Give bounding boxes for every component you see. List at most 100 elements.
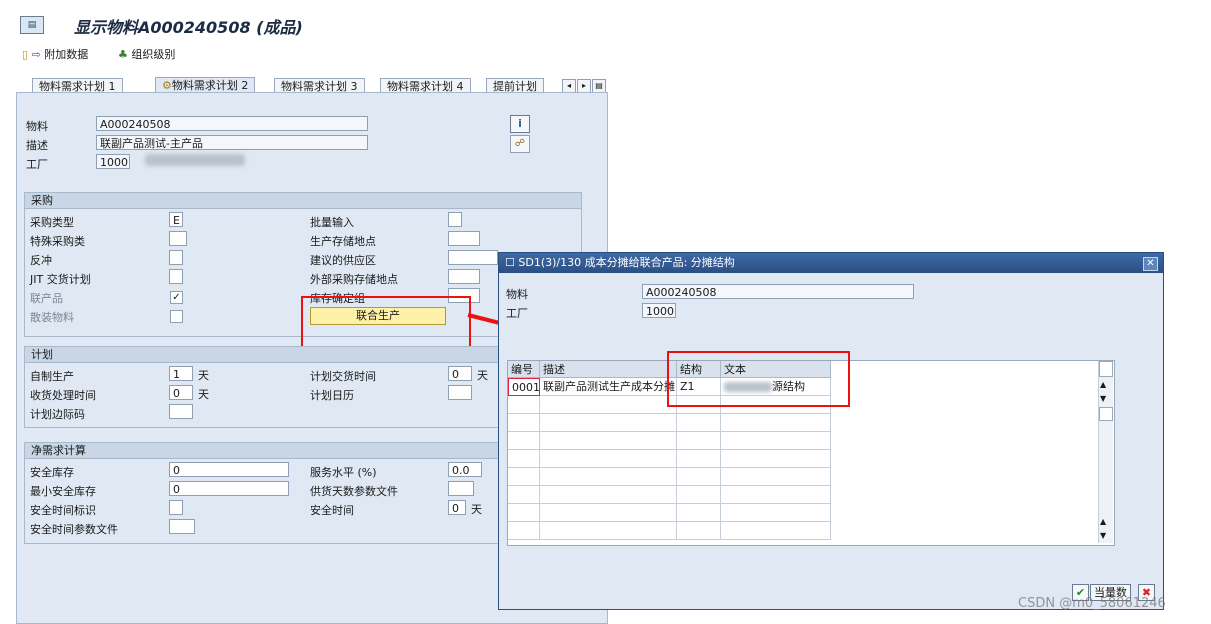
calendar-field[interactable] [448, 385, 472, 400]
empty-grid-cell[interactable] [540, 414, 677, 432]
empty-grid-cell[interactable] [508, 414, 540, 432]
empty-grid-cell[interactable] [721, 432, 831, 450]
dialog-window-icon: ☐ [505, 256, 515, 269]
empty-grid-cell[interactable] [721, 486, 831, 504]
gr-time-field[interactable]: 0 [169, 385, 193, 400]
empty-grid-cell[interactable] [540, 468, 677, 486]
empty-grid-cell[interactable] [721, 414, 831, 432]
empty-grid-cell[interactable] [508, 450, 540, 468]
scroll-down-icon[interactable]: ▼ [1100, 394, 1106, 403]
fast-change-icon[interactable]: ☍ [510, 135, 530, 153]
plant-label: 工厂 [26, 158, 48, 171]
scroll-up-icon[interactable]: ▲ [1100, 380, 1106, 389]
empty-grid-cell[interactable] [721, 450, 831, 468]
empty-grid-cell[interactable] [508, 522, 540, 540]
empty-grid-cell[interactable] [508, 504, 540, 522]
empty-grid-cell[interactable] [540, 504, 677, 522]
empty-grid-cell[interactable] [677, 522, 721, 540]
empty-grid-cell[interactable] [540, 486, 677, 504]
supply-area-field[interactable] [448, 250, 498, 265]
gear-icon: ⚙ [162, 79, 172, 92]
highlight-box-structure [667, 351, 850, 407]
procurement-title: 采购 [25, 193, 581, 209]
bulk-checkbox[interactable] [170, 310, 183, 323]
proc-type-label: 采购类型 [30, 216, 74, 229]
empty-grid-cell[interactable] [677, 468, 721, 486]
scroll-down-bottom-icon[interactable]: ▼ [1100, 531, 1106, 540]
empty-grid-cell[interactable] [677, 450, 721, 468]
info-icon[interactable]: i [510, 115, 530, 133]
batch-entry-field[interactable] [448, 212, 462, 227]
service-level-field[interactable]: 0.0 [448, 462, 482, 477]
safety-time-ind-field[interactable] [169, 500, 183, 515]
backflush-field[interactable] [169, 250, 183, 265]
dialog-close-icon[interactable]: ✕ [1143, 257, 1158, 271]
col-header-no[interactable]: 编号 [508, 361, 540, 378]
dialog-title-bar: ☐ SD1(3)/130 成本分摊给联合产品: 分摊结构 [499, 253, 1163, 273]
proc-type-field[interactable]: E [169, 212, 183, 227]
bulk-label: 散装物料 [30, 311, 74, 324]
jit-label: JIT 交货计划 [30, 273, 91, 286]
scroll-up-bottom-icon[interactable]: ▲ [1100, 517, 1106, 526]
coproduct-checkbox[interactable]: ✓ [170, 291, 183, 304]
dialog-title: SD1(3)/130 成本分摊给联合产品: 分摊结构 [518, 256, 735, 269]
highlight-box-joint-production [301, 296, 471, 351]
min-safety-stock-field[interactable]: 0 [169, 481, 289, 496]
safety-time-field[interactable]: 0 [448, 500, 466, 515]
col-header-desc[interactable]: 描述 [540, 361, 677, 378]
additional-data-button[interactable]: ▯ ⇨ 附加数据 [22, 46, 88, 62]
empty-grid-cell[interactable] [508, 468, 540, 486]
plant-field[interactable]: 1000 [96, 154, 130, 169]
supply-area-label: 建议的供应区 [310, 254, 376, 267]
tab-list-icon[interactable]: ▤ [592, 79, 606, 93]
ext-storage-field[interactable] [448, 269, 480, 284]
empty-grid-cell[interactable] [508, 486, 540, 504]
coverage-profile-field[interactable] [448, 481, 474, 496]
description-label: 描述 [26, 139, 48, 152]
empty-grid-cell[interactable] [721, 504, 831, 522]
prod-storage-field[interactable] [448, 231, 480, 246]
dialog-plant-field[interactable]: 1000 [642, 303, 676, 318]
empty-grid-cell[interactable] [540, 396, 677, 414]
empty-grid-cell[interactable] [508, 432, 540, 450]
menu-icon[interactable]: ▤ [20, 16, 44, 34]
empty-grid-cell[interactable] [721, 522, 831, 540]
margin-field[interactable] [169, 404, 193, 419]
scrollbar-thumb[interactable] [1099, 407, 1113, 421]
jit-field[interactable] [169, 269, 183, 284]
safety-time-profile-field[interactable] [169, 519, 195, 534]
tab-scroll-left-icon[interactable]: ◂ [562, 79, 576, 93]
row-1-desc[interactable]: 联副产品测试生产成本分摊 [540, 378, 677, 396]
special-proc-field[interactable] [169, 231, 187, 246]
description-field[interactable]: 联副产品测试-主产品 [96, 135, 368, 150]
safety-stock-field[interactable]: 0 [169, 462, 289, 477]
empty-grid-cell[interactable] [721, 468, 831, 486]
safety-time-label: 安全时间 [310, 504, 354, 517]
min-safety-stock-label: 最小安全库存 [30, 485, 96, 498]
dialog-material-field[interactable]: A000240508 [642, 284, 914, 299]
scrollbar-top-button[interactable] [1099, 361, 1113, 377]
empty-grid-cell[interactable] [508, 396, 540, 414]
tab-scroll-right-icon[interactable]: ▸ [577, 79, 591, 93]
empty-grid-cell[interactable] [540, 522, 677, 540]
material-field[interactable]: A000240508 [96, 116, 368, 131]
row-1-no[interactable]: 0001 [508, 378, 540, 396]
watermark: CSDN @m0_58061246 [1018, 596, 1166, 611]
empty-grid-cell[interactable] [677, 504, 721, 522]
special-proc-label: 特殊采购类 [30, 235, 85, 248]
empty-grid-cell[interactable] [677, 486, 721, 504]
inhouse-field[interactable]: 1 [169, 366, 193, 381]
dialog-material-label: 物料 [506, 288, 528, 301]
org-levels-button[interactable]: ♣ 组织级别 [118, 46, 175, 62]
safety-stock-label: 安全库存 [30, 466, 74, 479]
empty-grid-cell[interactable] [677, 432, 721, 450]
org-structure-icon: ♣ [118, 48, 128, 61]
safety-time-unit: 天 [471, 503, 482, 516]
inhouse-label: 自制生产 [30, 370, 74, 383]
empty-grid-cell[interactable] [677, 414, 721, 432]
margin-label: 计划边际码 [30, 408, 85, 421]
empty-grid-cell[interactable] [540, 450, 677, 468]
plan-delivery-label: 计划交货时间 [310, 370, 376, 383]
material-label: 物料 [26, 120, 48, 133]
empty-grid-cell[interactable] [540, 432, 677, 450]
